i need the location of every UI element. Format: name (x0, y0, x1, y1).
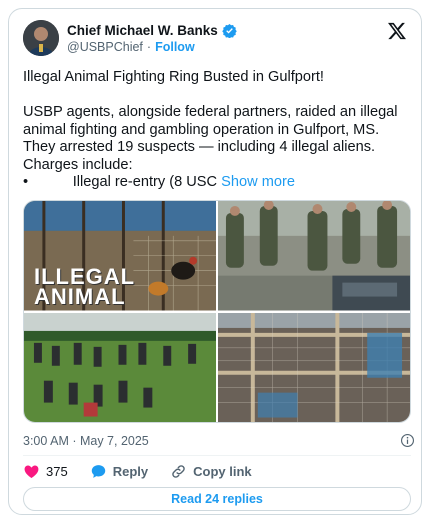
verified-badge-icon (222, 23, 237, 38)
author-handle[interactable]: @USBPChief (67, 40, 143, 54)
copy-link-button[interactable]: Copy link (170, 463, 252, 480)
x-logo-icon[interactable] (387, 21, 407, 41)
media-image-3[interactable] (24, 312, 216, 422)
post-timestamp[interactable]: 3:00 AM · May 7, 2025 (23, 434, 149, 448)
reply-button[interactable]: Reply (90, 463, 148, 480)
avatar-image (23, 20, 59, 56)
heart-icon (24, 465, 39, 479)
show-more-link[interactable]: Show more (221, 174, 295, 190)
image-overlay-text: ILLEGAL ANIMAL (34, 264, 135, 309)
info-icon[interactable] (400, 433, 415, 448)
reply-bubble-icon (91, 465, 105, 478)
separator-dot: · (146, 40, 152, 54)
post-body: Illegal Animal Fighting Ring Busted in G… (23, 69, 398, 190)
reply-label: Reply (112, 464, 149, 479)
cages-photo (218, 312, 410, 422)
link-icon (172, 465, 185, 478)
read-replies-button[interactable]: Read 24 replies (23, 487, 411, 511)
like-count: 375 (46, 464, 68, 479)
media-image-2[interactable] (218, 201, 410, 311)
author-name[interactable]: Chief Michael W. Banks (67, 23, 218, 38)
media-grid[interactable]: ILLEGAL ANIMAL (23, 200, 411, 423)
post-card: Chief Michael W. Banks @USBPChief · Foll… (8, 8, 422, 515)
copy-link-label: Copy link (193, 464, 252, 479)
post-text: Illegal Animal Fighting Ring Busted in G… (23, 69, 415, 192)
read-replies-label: Read 24 replies (171, 492, 263, 506)
timestamp-row: 3:00 AM · May 7, 2025 (23, 433, 415, 448)
field-photo (24, 312, 216, 422)
author-handle-row: @USBPChief · Follow (67, 40, 195, 54)
action-bar: 375 Reply Copy link (23, 463, 252, 480)
divider (23, 455, 411, 456)
media-image-4[interactable] (218, 312, 410, 422)
author-name-row: Chief Michael W. Banks (67, 23, 237, 38)
agents-photo (218, 201, 410, 311)
like-button[interactable]: 375 (23, 463, 68, 480)
avatar[interactable] (23, 20, 59, 56)
follow-button[interactable]: Follow (155, 40, 195, 54)
